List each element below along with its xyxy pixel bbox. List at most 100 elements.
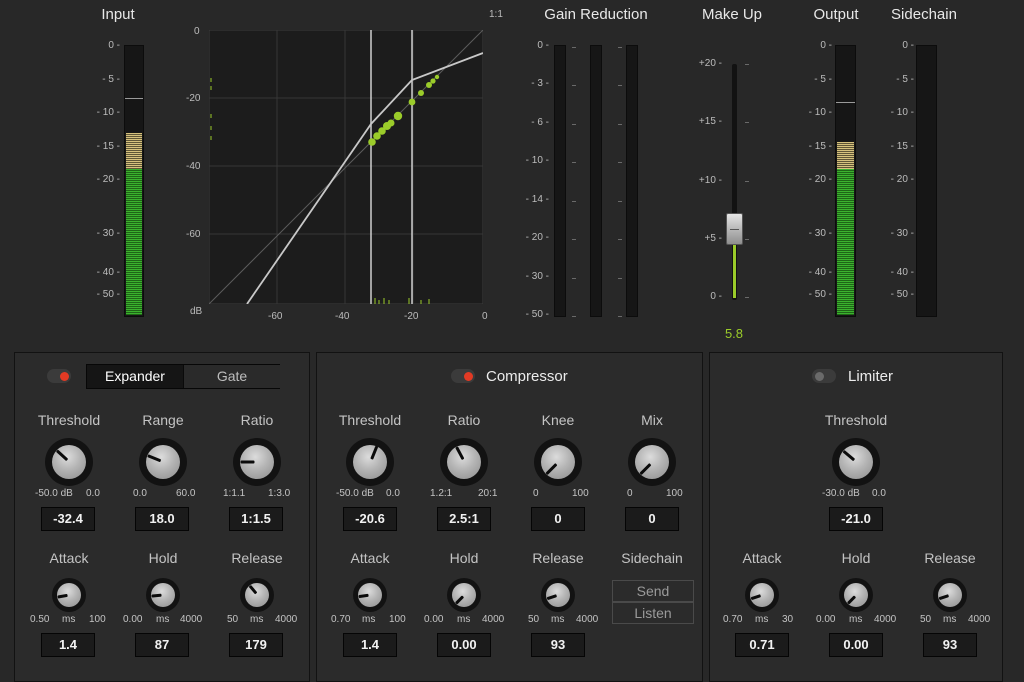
expander-threshold-max: 0.0 — [86, 488, 100, 499]
limiter-release-min: 50 — [920, 614, 932, 625]
limiter-release-unit: ms — [943, 614, 957, 625]
expander-range-value[interactable]: 18.0 — [135, 507, 189, 531]
compressor-release-value[interactable]: 93 — [531, 633, 585, 657]
scale-label: - 50 - — [808, 289, 832, 300]
expander-mode-selector[interactable]: Expander Gate — [86, 364, 280, 389]
compressor-enable-toggle[interactable] — [451, 369, 475, 383]
gain-reduction-tick-marks — [572, 45, 622, 317]
compressor-mix-value[interactable]: 0 — [625, 507, 679, 531]
expander-attack-value[interactable]: 1.4 — [41, 633, 95, 657]
limiter-attack-unit: ms — [755, 614, 769, 625]
limiter-threshold-min: -30.0 dB — [822, 488, 860, 499]
scale-label: - 20 - — [808, 174, 832, 185]
compressor-threshold-max: 0.0 — [386, 488, 400, 499]
compressor-hold-knob[interactable] — [447, 578, 481, 612]
compressor-knee-knob[interactable] — [534, 438, 582, 486]
compressor-attack-max: 100 — [389, 614, 406, 625]
compressor-ratio-knob[interactable] — [440, 438, 488, 486]
limiter-threshold-knob[interactable] — [832, 438, 880, 486]
compressor-knee-value[interactable]: 0 — [531, 507, 585, 531]
limiter-hold-unit: ms — [849, 614, 863, 625]
scale-label: - 5 - — [814, 74, 832, 85]
gain-reduction-meter-limiter — [626, 45, 638, 317]
sidechain-meter-scale: 0 - - 5 - - 10 - - 15 - - 20 - - 30 - - … — [872, 40, 914, 310]
compressor-mix-min: 0 — [627, 488, 633, 499]
expander-ratio-min: 1:1.1 — [223, 488, 246, 499]
compressor-hold-value[interactable]: 0.00 — [437, 633, 491, 657]
scale-label: - 20 - — [96, 174, 120, 185]
limiter-enable-toggle[interactable] — [812, 369, 836, 383]
graph-y-tick: -20 — [186, 93, 201, 104]
gate-mode-button[interactable]: Gate — [183, 365, 280, 388]
scale-label: - 10 - — [525, 155, 549, 166]
expander-threshold-min: -50.0 dB — [35, 488, 73, 499]
sidechain-meter — [916, 45, 937, 317]
expander-attack-min: 0.50 — [30, 614, 50, 625]
expander-hold-min: 0.00 — [123, 614, 143, 625]
expander-ratio-value[interactable]: 1:1.5 — [229, 507, 283, 531]
makeup-title: Make Up — [701, 6, 763, 23]
compressor-attack-label: Attack — [350, 550, 390, 566]
input-meter-peak-hold — [125, 98, 143, 99]
makeup-scale: +20 - +15 - +10 - +5 - 0 - — [680, 58, 722, 308]
expander-attack-knob[interactable] — [52, 578, 86, 612]
scale-label: - 14 - — [525, 194, 549, 205]
limiter-release-max: 4000 — [968, 614, 991, 625]
gain-reduction-meter-expander — [554, 45, 566, 317]
limiter-threshold-value[interactable]: -21.0 — [829, 507, 883, 531]
scale-label: - 20 - — [890, 174, 914, 185]
compressor-attack-value[interactable]: 1.4 — [343, 633, 397, 657]
compressor-mix-knob[interactable] — [628, 438, 676, 486]
scale-label: - 50 - — [890, 289, 914, 300]
limiter-attack-value[interactable]: 0.71 — [735, 633, 789, 657]
limiter-threshold-label: Threshold — [824, 412, 888, 428]
transfer-curve-graph[interactable] — [209, 30, 483, 304]
scale-label: - 40 - — [890, 267, 914, 278]
graph-x-tick: 0 — [482, 311, 488, 322]
sidechain-send-button[interactable]: Send — [612, 580, 694, 602]
limiter-hold-knob[interactable] — [839, 578, 873, 612]
input-meter-yellow-level — [126, 133, 142, 169]
sidechain-listen-button[interactable]: Listen — [612, 602, 694, 624]
scale-label: 0 - — [108, 40, 120, 51]
output-meter-yellow-level — [837, 142, 854, 169]
expander-ratio-knob[interactable] — [233, 438, 281, 486]
limiter-release-knob[interactable] — [933, 578, 967, 612]
output-meter — [835, 45, 856, 317]
scale-label: - 50 - — [525, 309, 549, 320]
gain-reduction-scale: 0 - - 3 - - 6 - - 10 - - 14 - - 20 - - 3… — [505, 40, 549, 320]
expander-hold-value[interactable]: 87 — [135, 633, 189, 657]
expander-ratio-max: 1:3.0 — [268, 488, 291, 499]
limiter-release-value[interactable]: 93 — [923, 633, 977, 657]
limiter-attack-knob[interactable] — [745, 578, 779, 612]
limiter-hold-value[interactable]: 0.00 — [829, 633, 883, 657]
output-meter-title: Output — [813, 6, 859, 23]
scale-label: - 5 - — [102, 74, 120, 85]
gain-reduction-title: Gain Reduction — [544, 6, 648, 23]
compressor-ratio-value[interactable]: 2.5:1 — [437, 507, 491, 531]
scale-label: - 10 - — [808, 107, 832, 118]
limiter-hold-min: 0.00 — [816, 614, 836, 625]
makeup-fader-handle[interactable] — [726, 213, 743, 245]
graph-ratio-label: 1:1 — [489, 9, 503, 20]
expander-threshold-knob[interactable] — [45, 438, 93, 486]
expander-range-knob[interactable] — [139, 438, 187, 486]
expander-mode-button[interactable]: Expander — [87, 365, 183, 388]
expander-ratio-label: Ratio — [240, 412, 274, 428]
limiter-hold-label: Hold — [841, 550, 871, 566]
expander-hold-knob[interactable] — [146, 578, 180, 612]
expander-threshold-value[interactable]: -32.4 — [41, 507, 95, 531]
compressor-release-knob[interactable] — [541, 578, 575, 612]
compressor-attack-knob[interactable] — [353, 578, 387, 612]
compressor-threshold-value[interactable]: -20.6 — [343, 507, 397, 531]
makeup-value: 5.8 — [724, 326, 744, 341]
compressor-threshold-knob[interactable] — [346, 438, 394, 486]
expander-attack-max: 100 — [89, 614, 106, 625]
scale-label: - 15 - — [808, 141, 832, 152]
expander-release-value[interactable]: 179 — [229, 633, 283, 657]
compressor-title: Compressor — [486, 368, 568, 385]
expander-enable-toggle[interactable] — [47, 369, 71, 383]
limiter-attack-max: 30 — [782, 614, 794, 625]
expander-release-knob[interactable] — [240, 578, 274, 612]
scale-label: - 50 - — [96, 289, 120, 300]
